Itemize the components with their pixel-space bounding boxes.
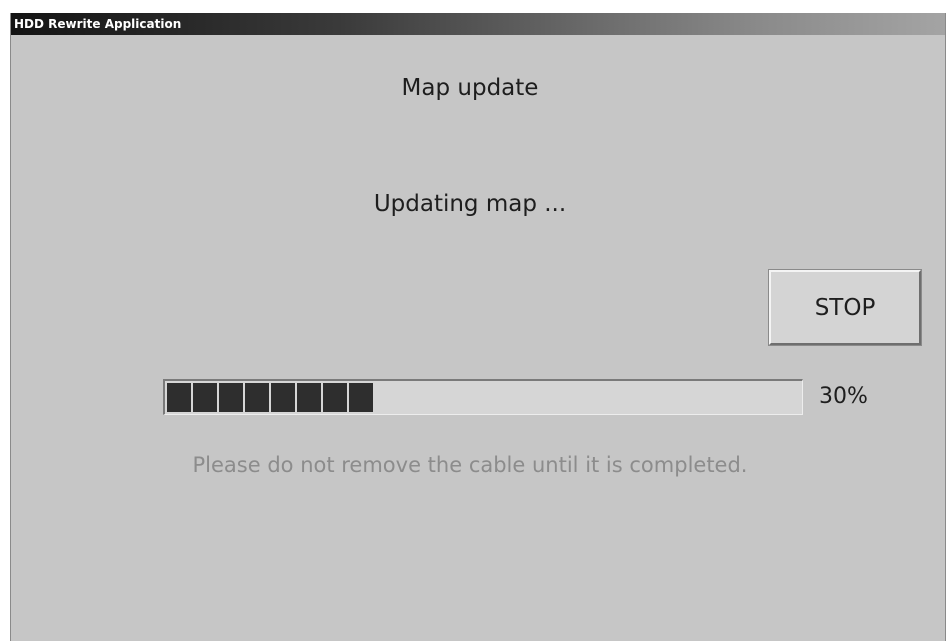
progress-segment [167,383,191,412]
progress-segment [297,383,321,412]
window-title: HDD Rewrite Application [14,17,182,31]
progress-segment [271,383,295,412]
page-title: Map update [401,75,539,101]
app-window: HDD Rewrite Application Map update Updat… [10,13,946,641]
progress-segment [323,383,347,412]
progress-segment [245,383,269,412]
progress-segment [349,383,373,412]
progress-fill [167,383,373,412]
progress-segment [193,383,217,412]
cable-warning: Please do not remove the cable until it … [192,453,748,477]
progress-segment [219,383,243,412]
window-titlebar[interactable]: HDD Rewrite Application [11,13,945,35]
progress-bar [163,379,803,415]
progress-percent: 30% [819,384,868,409]
stop-button[interactable]: STOP [768,269,922,346]
status-message: Updating map ... [373,191,567,217]
